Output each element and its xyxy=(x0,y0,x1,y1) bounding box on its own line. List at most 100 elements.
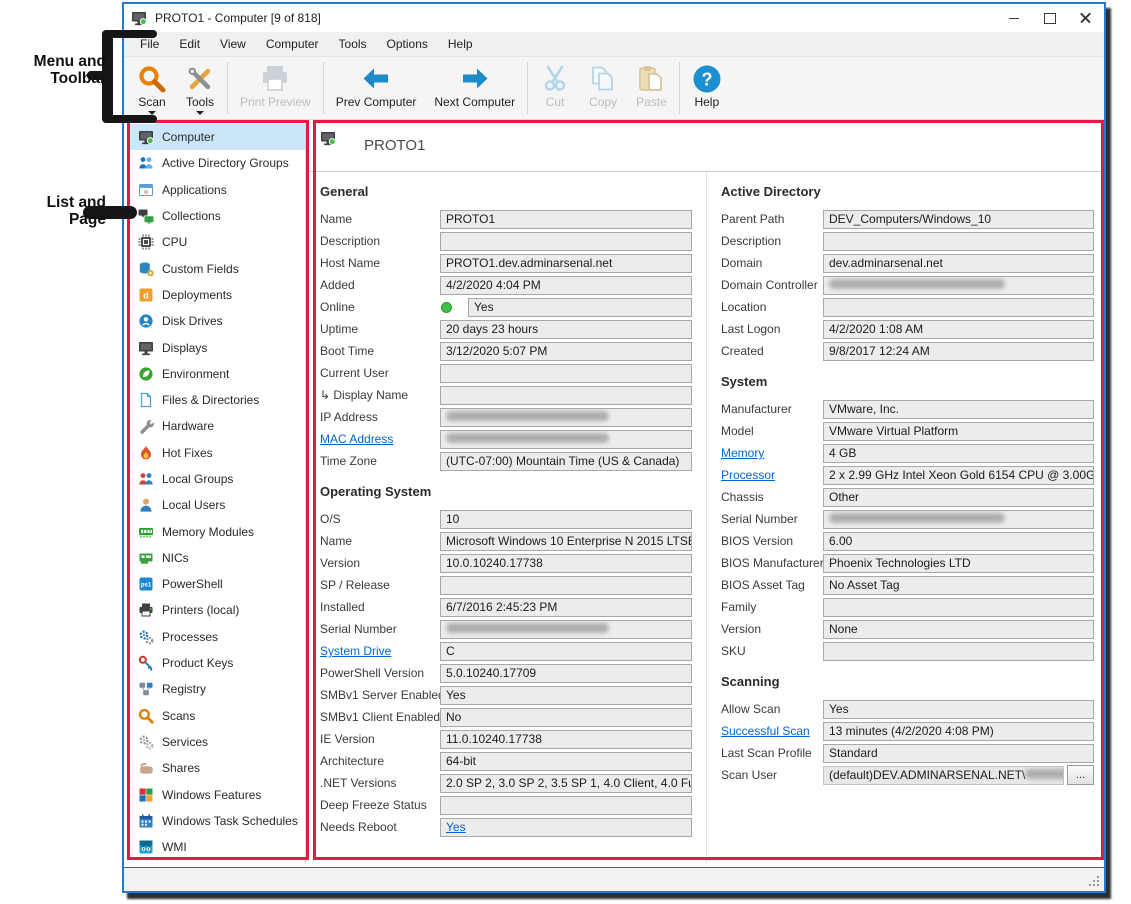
field-scan-user-value[interactable]: (default)DEV.ADMINARSENAL.NET\ xyxy=(823,766,1064,785)
sidebar-item-hardware[interactable]: Hardware xyxy=(130,413,305,439)
sidebar-item-local-groups[interactable]: Local Groups xyxy=(130,466,305,492)
sidebar-item-processes[interactable]: Processes xyxy=(130,624,305,650)
sidebar-item-applications[interactable]: Applications xyxy=(130,177,305,203)
menu-computer[interactable]: Computer xyxy=(256,33,329,55)
sidebar-item-nics[interactable]: NICs xyxy=(130,545,305,571)
field-model-value[interactable]: VMware Virtual Platform xyxy=(823,422,1094,441)
menu-view[interactable]: View xyxy=(210,33,256,55)
sidebar-item-powershell[interactable]: ps1PowerShell xyxy=(130,571,305,597)
close-button[interactable] xyxy=(1068,5,1104,31)
field-manufacturer-value[interactable]: VMware, Inc. xyxy=(823,400,1094,419)
menu-options[interactable]: Options xyxy=(377,33,438,55)
field-smbv1-client-enabled-value[interactable]: No xyxy=(440,708,692,727)
field-system-drive-value[interactable]: C xyxy=(440,642,692,661)
field-needs-reboot-value[interactable]: Yes xyxy=(440,818,692,837)
menu-edit[interactable]: Edit xyxy=(169,33,210,55)
field-sp-release-value[interactable] xyxy=(440,576,692,595)
tools-button[interactable]: Tools xyxy=(176,58,224,118)
field-smbv1-server-enabled-value[interactable]: Yes xyxy=(440,686,692,705)
field-bios-version-value[interactable]: 6.00 xyxy=(823,532,1094,551)
field-last-scan-profile-value[interactable]: Standard xyxy=(823,744,1094,763)
sidebar-item-services[interactable]: Services xyxy=(130,729,305,755)
sidebar-item-memory-modules[interactable]: Memory Modules xyxy=(130,518,305,544)
field-domain-controller-value[interactable] xyxy=(823,276,1094,295)
field-net-versions-value[interactable]: 2.0 SP 2, 3.0 SP 2, 3.5 SP 1, 4.0 Client… xyxy=(440,774,692,793)
field-current-user-value[interactable] xyxy=(440,364,692,383)
field-chassis-value[interactable]: Other xyxy=(823,488,1094,507)
sidebar-item-hot-fixes[interactable]: Hot Fixes xyxy=(130,440,305,466)
field-description-value[interactable] xyxy=(440,232,692,251)
sidebar-item-local-users[interactable]: Local Users xyxy=(130,492,305,518)
field-display-name-value[interactable] xyxy=(440,386,692,405)
menu-tools[interactable]: Tools xyxy=(329,33,377,55)
sidebar-item-displays[interactable]: Displays xyxy=(130,334,305,360)
field-boot-time-value[interactable]: 3/12/2020 5:07 PM xyxy=(440,342,692,361)
field-online-value[interactable]: Yes xyxy=(468,298,692,317)
field-successful-scan-value[interactable]: 13 minutes (4/2/2020 4:08 PM) xyxy=(823,722,1094,741)
sidebar-item-windows-task-schedules[interactable]: Windows Task Schedules xyxy=(130,808,305,834)
field-powershell-version-value[interactable]: 5.0.10240.17709 xyxy=(440,664,692,683)
field-processor-value[interactable]: 2 x 2.99 GHz Intel Xeon Gold 6154 CPU @ … xyxy=(823,466,1094,485)
field-label-link[interactable]: Memory xyxy=(721,446,764,460)
field-domain-value[interactable]: dev.adminarsenal.net xyxy=(823,254,1094,273)
field-deep-freeze-status-value[interactable] xyxy=(440,796,692,815)
field-location-value[interactable] xyxy=(823,298,1094,317)
maximize-button[interactable] xyxy=(1032,5,1068,31)
next-computer-button[interactable]: Next Computer xyxy=(425,58,524,118)
field-version-value[interactable]: 10.0.10240.17738 xyxy=(440,554,692,573)
sidebar-item-collections[interactable]: Collections xyxy=(130,203,305,229)
field-parent-path-value[interactable]: DEV_Computers/Windows_10 xyxy=(823,210,1094,229)
field-bios-asset-tag-value[interactable]: No Asset Tag xyxy=(823,576,1094,595)
field-allow-scan-value[interactable]: Yes xyxy=(823,700,1094,719)
field-serial-number-value[interactable] xyxy=(823,510,1094,529)
field-memory-value[interactable]: 4 GB xyxy=(823,444,1094,463)
field-host-name-value[interactable]: PROTO1.dev.adminarsenal.net xyxy=(440,254,692,273)
scan-user-browse-button[interactable]: ... xyxy=(1067,765,1094,785)
field-version-value[interactable]: None xyxy=(823,620,1094,639)
field-serial-number-value[interactable] xyxy=(440,620,692,639)
sidebar-item-wmi[interactable]: WMI xyxy=(130,834,305,860)
sidebar-item-deployments[interactable]: dDeployments xyxy=(130,282,305,308)
sidebar-item-disk-drives[interactable]: Disk Drives xyxy=(130,308,305,334)
sidebar-item-computer[interactable]: Computer xyxy=(130,124,305,150)
resize-grip[interactable] xyxy=(1097,884,1099,886)
field-architecture-value[interactable]: 64-bit xyxy=(440,752,692,771)
scan-button[interactable]: Scan xyxy=(128,58,176,118)
field-created-value[interactable]: 9/8/2017 12:24 AM xyxy=(823,342,1094,361)
sidebar-item-custom-fields[interactable]: Custom Fields xyxy=(130,255,305,281)
field-ip-address-value[interactable] xyxy=(440,408,692,427)
sidebar-item-registry[interactable]: Registry xyxy=(130,676,305,702)
sidebar-item-cpu[interactable]: CPU xyxy=(130,229,305,255)
sidebar-item-product-keys[interactable]: Product Keys xyxy=(130,650,305,676)
field-label-link[interactable]: Successful Scan xyxy=(721,724,810,738)
sidebar-item-scans[interactable]: Scans xyxy=(130,703,305,729)
title-bar[interactable]: PROTO1 - Computer [9 of 818] xyxy=(124,4,1104,32)
sidebar-item-shares[interactable]: Shares xyxy=(130,755,305,781)
field-added-value[interactable]: 4/2/2020 4:04 PM xyxy=(440,276,692,295)
sidebar-item-windows-features[interactable]: Windows Features xyxy=(130,781,305,807)
field-name-value[interactable]: Microsoft Windows 10 Enterprise N 2015 L… xyxy=(440,532,692,551)
field-ie-version-value[interactable]: 11.0.10240.17738 xyxy=(440,730,692,749)
field-uptime-value[interactable]: 20 days 23 hours xyxy=(440,320,692,339)
field-label-link[interactable]: MAC Address xyxy=(320,432,393,446)
field-label-link[interactable]: Processor xyxy=(721,468,775,482)
sidebar-item-environment[interactable]: Environment xyxy=(130,361,305,387)
prev-computer-button[interactable]: Prev Computer xyxy=(327,58,426,118)
minimize-button[interactable] xyxy=(996,5,1032,31)
field-time-zone-value[interactable]: (UTC-07:00) Mountain Time (US & Canada) xyxy=(440,452,692,471)
field-family-value[interactable] xyxy=(823,598,1094,617)
field-last-logon-value[interactable]: 4/2/2020 1:08 AM xyxy=(823,320,1094,339)
field-value-link[interactable]: Yes xyxy=(446,820,466,834)
field-sku-value[interactable] xyxy=(823,642,1094,661)
field-installed-value[interactable]: 6/7/2016 2:45:23 PM xyxy=(440,598,692,617)
field-description-value[interactable] xyxy=(823,232,1094,251)
menu-help[interactable]: Help xyxy=(438,33,483,55)
field-bios-manufacturer-value[interactable]: Phoenix Technologies LTD xyxy=(823,554,1094,573)
field-o-s-value[interactable]: 10 xyxy=(440,510,692,529)
field-mac-address-value[interactable] xyxy=(440,430,692,449)
sidebar-item-files-directories[interactable]: Files & Directories xyxy=(130,387,305,413)
field-name-value[interactable]: PROTO1 xyxy=(440,210,692,229)
sidebar-item-printers-local[interactable]: Printers (local) xyxy=(130,597,305,623)
field-label-link[interactable]: System Drive xyxy=(320,644,391,658)
help-button[interactable]: ?Help xyxy=(683,58,731,118)
